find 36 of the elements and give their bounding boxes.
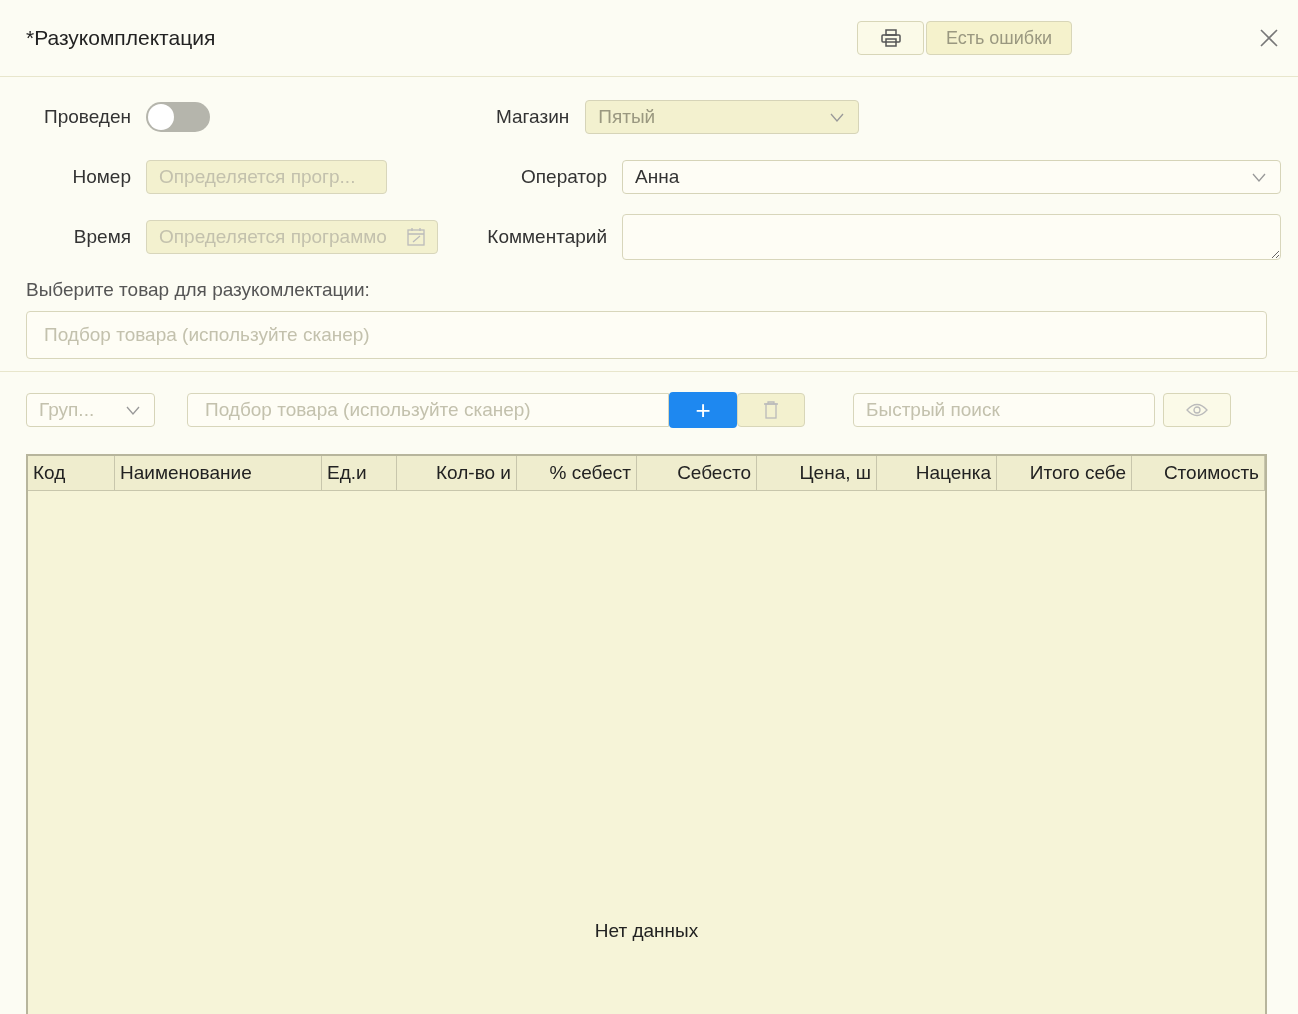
printer-icon	[880, 29, 901, 47]
column-header[interactable]: Себесто	[637, 456, 757, 490]
field-label: Оператор	[520, 166, 607, 188]
add-button[interactable]: +	[669, 392, 737, 428]
column-header[interactable]: Код	[28, 456, 115, 490]
calendar-icon	[407, 228, 425, 246]
column-header[interactable]: % себест	[517, 456, 637, 490]
column-header[interactable]: Ед.и	[322, 456, 397, 490]
toggle-switch[interactable]	[146, 102, 210, 132]
product-search-field[interactable]: Подбор товара (используйте сканер)	[187, 393, 669, 427]
chevron-down-icon	[126, 405, 140, 415]
empty-message: Нет данных	[594, 920, 699, 942]
view-button[interactable]	[1163, 393, 1231, 427]
column-header[interactable]: Наименование	[115, 456, 322, 490]
eye-icon	[1186, 403, 1208, 417]
trash-icon	[763, 401, 779, 419]
column-header[interactable]: Итого себе	[997, 456, 1132, 490]
comment-field[interactable]	[622, 214, 1281, 260]
product-search-field[interactable]: Подбор товара (используйте сканер)	[26, 311, 1267, 359]
column-header[interactable]: Наценка	[877, 456, 997, 490]
field-label: Магазин	[496, 106, 570, 128]
print-button[interactable]	[857, 21, 924, 55]
window-title: *Разукомплектация	[26, 26, 217, 50]
chevron-down-icon	[1252, 172, 1266, 182]
close-icon	[1260, 29, 1278, 47]
field-label: Проведен	[43, 106, 131, 128]
column-header[interactable]: Стоимость	[1132, 456, 1265, 490]
quick-search-field[interactable]: Быстрый поиск	[853, 393, 1155, 427]
chevron-down-icon	[830, 112, 845, 122]
section-label: Выберите товар для разукомлектации:	[26, 279, 371, 301]
column-header[interactable]: Цена, ш	[757, 456, 877, 490]
field-label: Комментарий	[486, 226, 607, 248]
operator-dropdown[interactable]: Анна	[622, 160, 1281, 194]
field-label: Номер	[71, 166, 131, 188]
field-label: Время	[72, 226, 131, 248]
column-header[interactable]: Кол-во и	[397, 456, 517, 490]
